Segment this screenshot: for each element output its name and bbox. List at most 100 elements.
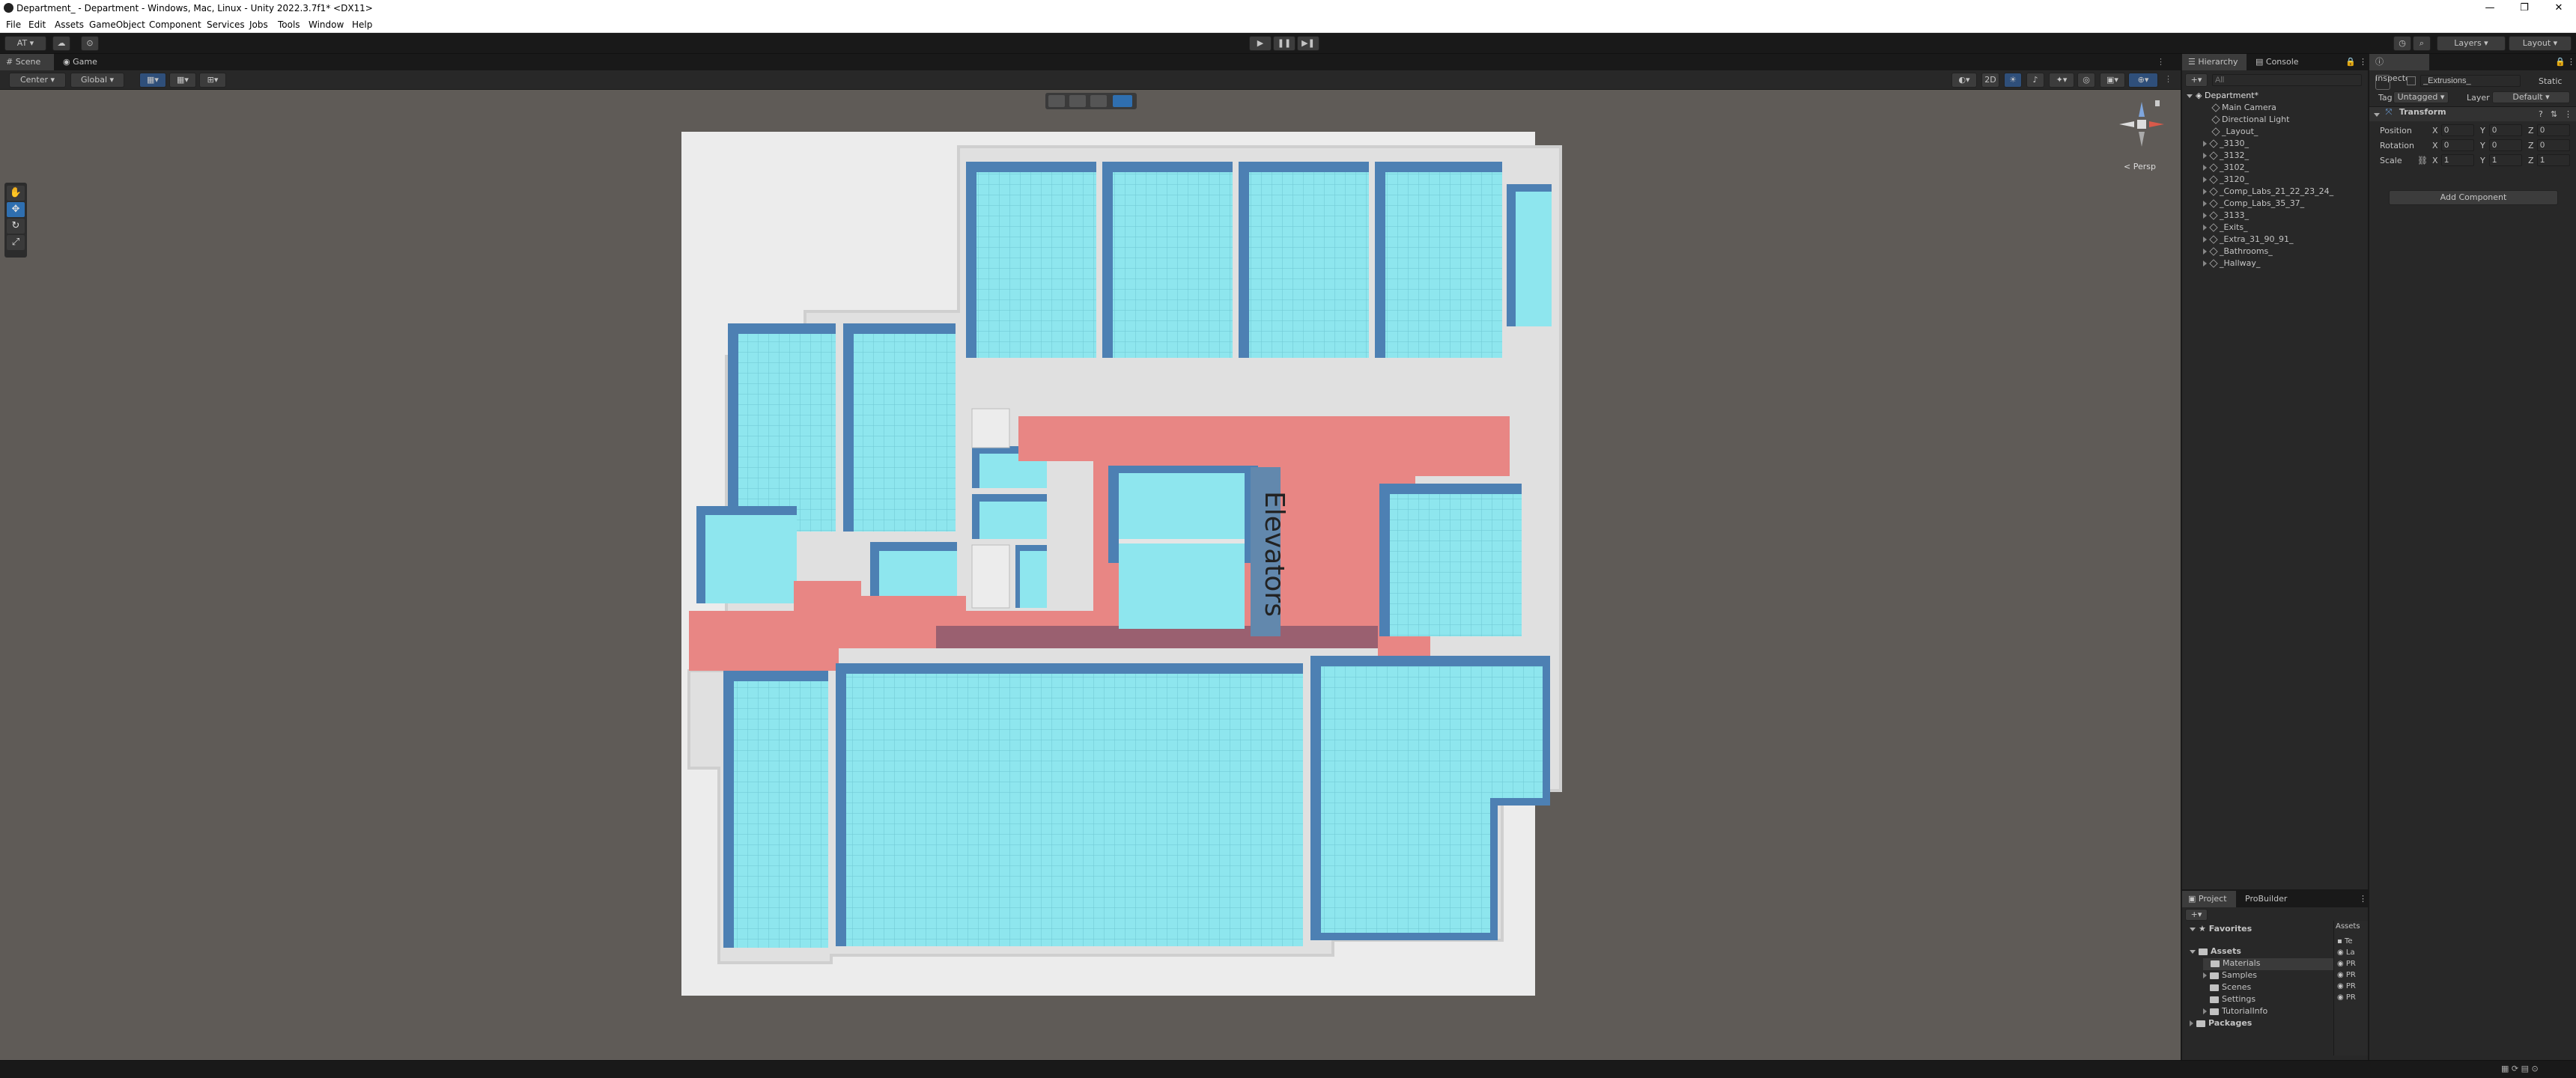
menu-services[interactable]: Services [207,19,245,30]
tab-game[interactable]: ◉ Game [57,54,111,70]
persp-label[interactable]: < Persp [2124,162,2156,171]
inspector-lock-icon[interactable]: 🔒 [2555,57,2566,67]
step-button[interactable]: ▶❚ [1297,36,1319,51]
tab-probuilder[interactable]: ProBuilder [2239,891,2303,907]
hierarchy-item[interactable]: Main Camera [2182,102,2368,114]
rotation-z-field[interactable] [2537,139,2570,151]
layer-dropdown[interactable]: Default ▾ [2492,91,2570,103]
hierarchy-menu-icon[interactable]: ⋮ [2359,57,2367,67]
menu-tools[interactable]: Tools [278,19,300,30]
hierarchy-item[interactable]: _3130_ [2182,138,2368,150]
tab-hierarchy[interactable]: ☰ Hierarchy [2182,54,2247,70]
asset-item[interactable]: ◉ PR [2337,960,2356,968]
menu-assets[interactable]: Assets [55,19,84,30]
floorplan-model[interactable]: Elevators [674,132,1573,1060]
scene-viewport[interactable]: < Persp Elevators ✋ ✥ ↻ ⤢ [0,90,2181,1060]
folder-item-samples[interactable]: Samples [2203,970,2353,980]
camera-settings-button[interactable]: ▣▾ [2100,73,2125,88]
2d-toggle[interactable]: 2D [1981,73,1999,88]
tab-scene[interactable]: # Scene [0,54,54,70]
layers-dropdown[interactable]: Layers ▾ [2437,36,2506,51]
history-icon[interactable]: ◷ [2393,36,2411,51]
hidden-objects-toggle[interactable]: ◎ [2077,73,2095,88]
pause-button[interactable]: ❚❚ [1273,36,1295,51]
add-component-button[interactable]: Add Component [2389,190,2558,205]
effects-dropdown[interactable]: ✦▾ [2049,73,2074,88]
lighting-toggle[interactable]: ☀ [2004,73,2022,88]
asset-item[interactable]: ◉ PR [2337,971,2356,979]
space-dropdown[interactable]: Global ▾ [70,73,124,88]
asset-item[interactable]: ◉ PR [2337,982,2356,990]
grid-visibility-button[interactable]: ▦▾ [169,73,196,88]
hierarchy-item[interactable]: _3133_ [2182,210,2368,222]
position-y-field[interactable] [2489,124,2522,136]
menu-help[interactable]: Help [352,19,372,30]
scene-toolbar-menu-icon[interactable]: ⋮ [2164,74,2172,84]
maximize-button[interactable]: ❐ [2507,0,2542,16]
folder-item-settings[interactable]: Settings [2203,994,2353,1004]
menu-edit[interactable]: Edit [28,19,46,30]
asset-item[interactable]: ◉ La [2337,948,2355,957]
scale-x-field[interactable] [2441,154,2474,166]
component-menu-icon[interactable]: ⋮ [2564,109,2572,119]
preset-icon[interactable]: ⇅ [2551,109,2557,119]
menu-file[interactable]: File [6,19,21,30]
scene-root-item[interactable]: ◈ Department* [2182,90,2368,102]
move-tool-icon[interactable]: ✥ [7,202,25,217]
hierarchy-item[interactable]: _Exits_ [2182,222,2368,234]
asset-item[interactable]: ▪ Te [2337,937,2353,945]
hierarchy-item[interactable]: Directional Light [2182,114,2368,126]
help-icon[interactable]: ? [2539,109,2543,119]
favorites-item[interactable]: ★ Favorites [2190,924,2302,934]
constrain-proportions-icon[interactable]: ⛓ [2417,156,2428,165]
position-x-field[interactable] [2441,124,2474,136]
rotation-x-field[interactable] [2441,139,2474,151]
position-z-field[interactable] [2537,124,2570,136]
play-button[interactable]: ▶ [1249,36,1272,51]
orientation-button-1[interactable] [1048,95,1065,107]
scale-tool-icon[interactable]: ⤢ [7,235,25,250]
collab-icon[interactable]: ⊙ [81,36,99,51]
gizmos-dropdown[interactable]: ⊕▾ [2128,73,2158,88]
cloud-icon[interactable]: ☁ [52,36,70,51]
hierarchy-search-input[interactable] [2212,74,2362,86]
increment-snap-button[interactable]: ⊞▾ [199,73,226,88]
hierarchy-item[interactable]: _3132_ [2182,150,2368,162]
hierarchy-item[interactable]: _3120_ [2182,174,2368,186]
orientation-button-4[interactable] [1113,95,1132,107]
folder-item-materials[interactable]: Materials [2203,958,2353,970]
layout-dropdown[interactable]: Layout ▾ [2509,36,2572,51]
menu-window[interactable]: Window [309,19,344,30]
tab-menu-icon[interactable]: ⋮ [2157,57,2165,67]
hierarchy-item[interactable]: _Comp_Labs_35_37_ [2182,198,2368,210]
tag-dropdown[interactable]: Untagged ▾ [2393,91,2449,103]
scale-z-field[interactable] [2537,154,2570,166]
tab-project[interactable]: ▣ Project [2182,891,2236,907]
static-checkbox[interactable] [2527,76,2537,85]
audio-toggle[interactable]: ♪ [2026,73,2044,88]
orientation-button-2[interactable] [1069,95,1086,107]
rotate-tool-icon[interactable]: ↻ [7,219,25,234]
object-name-field[interactable] [2420,75,2521,87]
assets-root-item[interactable]: Assets [2190,946,2302,956]
folder-item-scenes[interactable]: Scenes [2203,982,2353,992]
hierarchy-item[interactable]: _Bathrooms_ [2182,246,2368,258]
hierarchy-item[interactable]: _Extra_31_90_91_ [2182,234,2368,246]
packages-item[interactable]: Packages [2190,1018,2302,1028]
tab-inspector[interactable]: ⓘ Inspector [2369,54,2429,83]
active-checkbox[interactable] [2407,76,2416,85]
scale-y-field[interactable] [2489,154,2522,166]
status-icons[interactable]: ▦ ⟳ ▤ ⊙ [2501,1064,2539,1074]
pivot-dropdown[interactable]: Center ▾ [9,73,66,88]
project-create-button[interactable]: +▾ [2185,909,2208,921]
inspector-menu-icon[interactable]: ⋮ [2567,57,2575,67]
hierarchy-item[interactable]: _Hallway_ [2182,258,2368,270]
lock-icon[interactable]: 🔒 [2345,57,2356,67]
hierarchy-item[interactable]: _Layout_ [2182,126,2368,138]
project-menu-icon[interactable]: ⋮ [2359,894,2367,904]
draw-mode-button[interactable]: ◐▾ [1951,73,1977,88]
hand-tool-icon[interactable]: ✋ [7,186,25,201]
minimize-button[interactable]: — [2473,0,2507,16]
search-icon[interactable]: ⌕ [2413,36,2431,51]
rotation-y-field[interactable] [2489,139,2522,151]
